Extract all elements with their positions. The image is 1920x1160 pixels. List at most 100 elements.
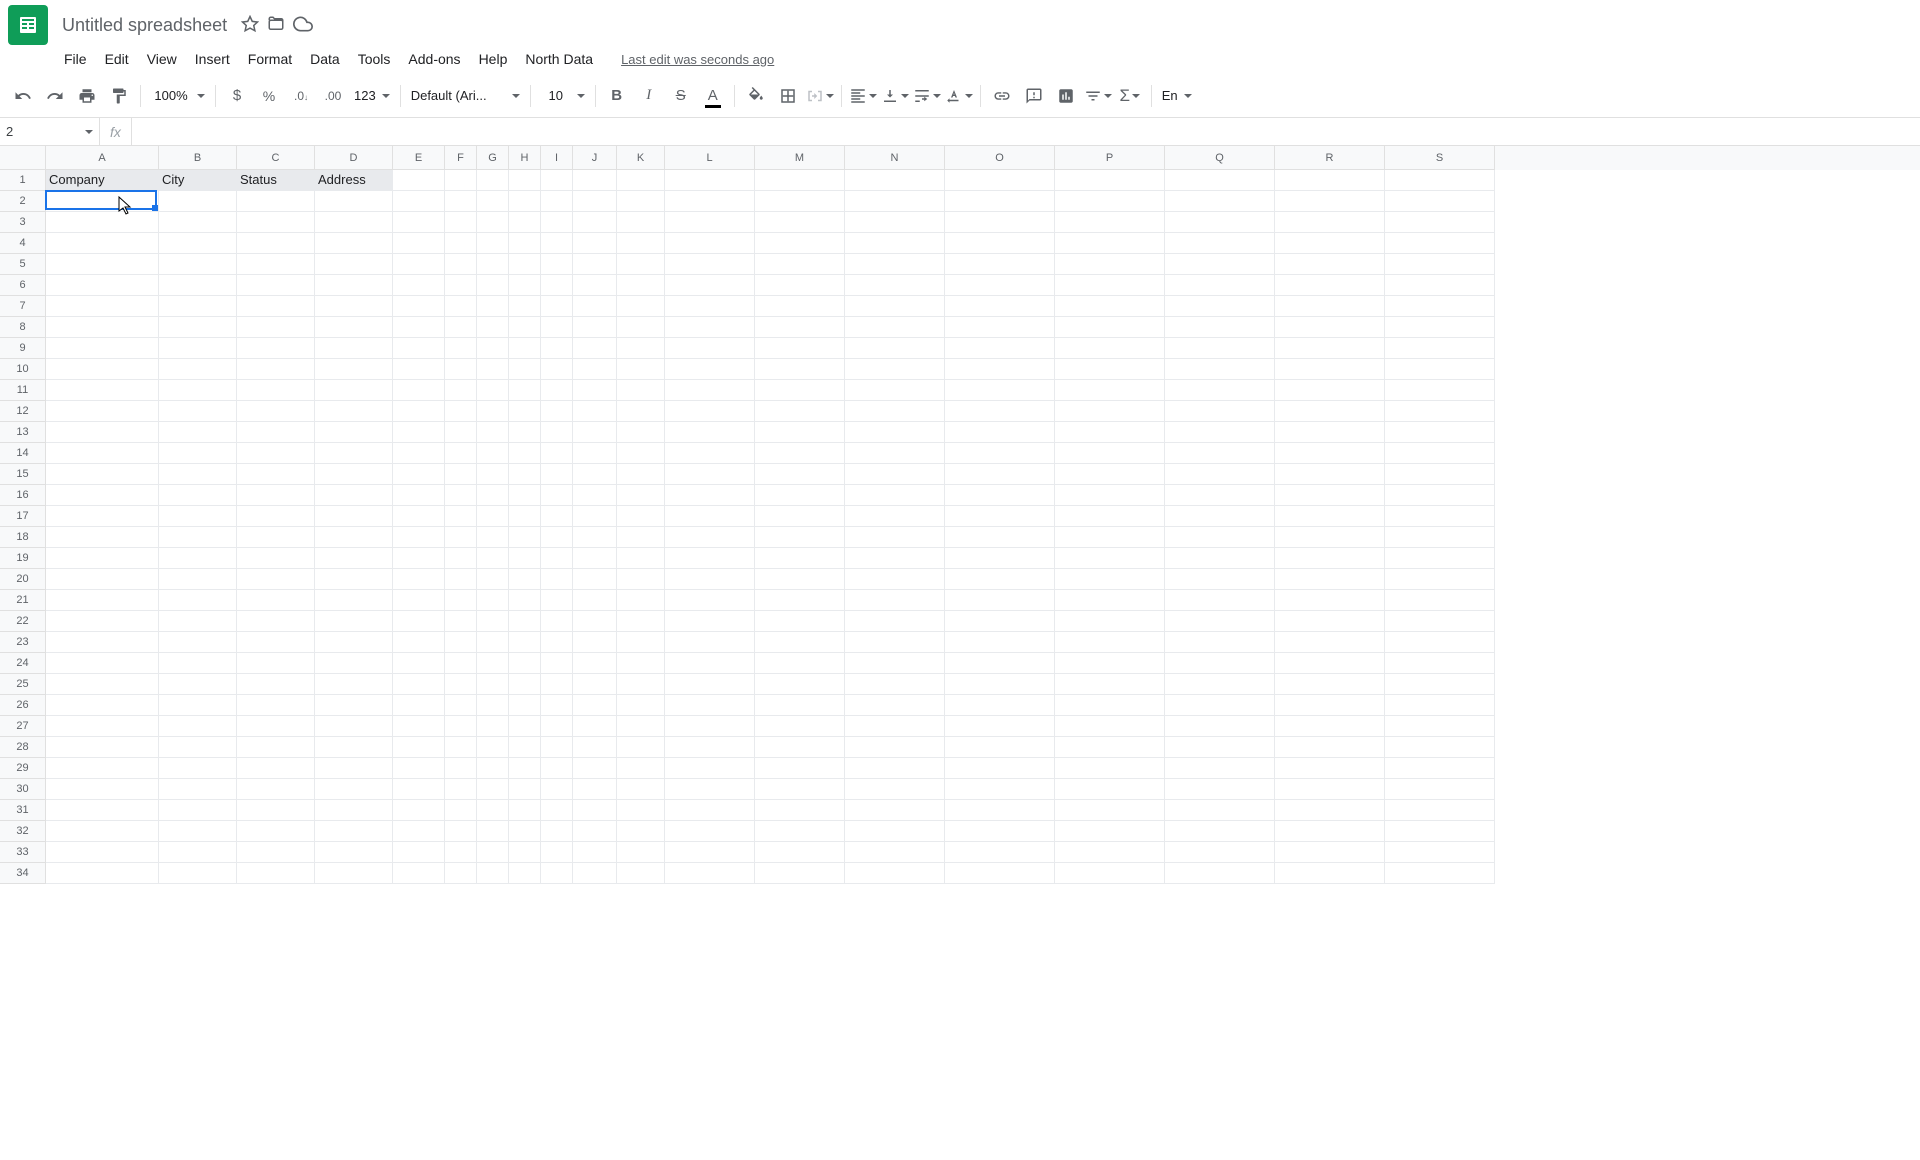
- cell[interactable]: [1275, 527, 1385, 548]
- text-color-button[interactable]: A: [698, 81, 728, 111]
- cell[interactable]: [509, 170, 541, 191]
- cell[interactable]: [617, 191, 665, 212]
- column-header[interactable]: K: [617, 146, 665, 170]
- cell[interactable]: [1275, 653, 1385, 674]
- cell[interactable]: [46, 401, 159, 422]
- cell[interactable]: [541, 758, 573, 779]
- cell[interactable]: [509, 527, 541, 548]
- cell[interactable]: [393, 716, 445, 737]
- cell[interactable]: [477, 380, 509, 401]
- cell[interactable]: [445, 380, 477, 401]
- cell[interactable]: [755, 611, 845, 632]
- cell[interactable]: [845, 443, 945, 464]
- cell[interactable]: [945, 443, 1055, 464]
- cell[interactable]: [541, 716, 573, 737]
- cell[interactable]: [1165, 569, 1275, 590]
- cell[interactable]: [159, 296, 237, 317]
- cell[interactable]: [477, 443, 509, 464]
- cell[interactable]: [1275, 632, 1385, 653]
- cell[interactable]: [1165, 317, 1275, 338]
- cell[interactable]: [617, 716, 665, 737]
- cell[interactable]: [573, 863, 617, 884]
- cells-area[interactable]: CompanyCityStatusAddress: [46, 170, 1495, 884]
- cell[interactable]: [845, 632, 945, 653]
- cell[interactable]: [573, 758, 617, 779]
- cell[interactable]: [665, 758, 755, 779]
- cell[interactable]: [477, 653, 509, 674]
- cell[interactable]: [46, 380, 159, 401]
- cell[interactable]: [845, 338, 945, 359]
- cell[interactable]: [1165, 422, 1275, 443]
- cell[interactable]: [315, 716, 393, 737]
- cell[interactable]: [845, 779, 945, 800]
- cell[interactable]: [617, 590, 665, 611]
- cell[interactable]: [617, 506, 665, 527]
- cell[interactable]: [509, 359, 541, 380]
- cell[interactable]: [617, 611, 665, 632]
- cell[interactable]: [1055, 191, 1165, 212]
- cell[interactable]: [845, 863, 945, 884]
- cell[interactable]: [237, 653, 315, 674]
- cell[interactable]: [509, 380, 541, 401]
- merge-cells-button[interactable]: [805, 81, 835, 111]
- cell[interactable]: [445, 716, 477, 737]
- cell[interactable]: [1165, 401, 1275, 422]
- cell[interactable]: [315, 863, 393, 884]
- cell[interactable]: [541, 632, 573, 653]
- cell[interactable]: [509, 422, 541, 443]
- cell[interactable]: [159, 653, 237, 674]
- cell[interactable]: [445, 527, 477, 548]
- row-header[interactable]: 26: [0, 695, 46, 716]
- cell[interactable]: [237, 674, 315, 695]
- cell[interactable]: [1275, 821, 1385, 842]
- cell[interactable]: [573, 422, 617, 443]
- cell[interactable]: [393, 422, 445, 443]
- cell[interactable]: [1275, 674, 1385, 695]
- cell[interactable]: [665, 737, 755, 758]
- cell[interactable]: [46, 800, 159, 821]
- cell[interactable]: [1385, 191, 1495, 212]
- cell[interactable]: [46, 422, 159, 443]
- cell[interactable]: [617, 212, 665, 233]
- cell[interactable]: [315, 737, 393, 758]
- cell[interactable]: [159, 569, 237, 590]
- cell[interactable]: [159, 380, 237, 401]
- format-currency-button[interactable]: $: [222, 81, 252, 111]
- cell[interactable]: [945, 611, 1055, 632]
- cell[interactable]: [1165, 842, 1275, 863]
- cell[interactable]: [477, 275, 509, 296]
- cell[interactable]: [159, 506, 237, 527]
- cell[interactable]: [541, 590, 573, 611]
- cell[interactable]: [393, 359, 445, 380]
- cell[interactable]: [617, 422, 665, 443]
- cell[interactable]: [445, 611, 477, 632]
- cell[interactable]: [159, 632, 237, 653]
- cell[interactable]: [945, 296, 1055, 317]
- cell[interactable]: [315, 590, 393, 611]
- cell[interactable]: [1385, 569, 1495, 590]
- cell[interactable]: [46, 212, 159, 233]
- cell[interactable]: [237, 863, 315, 884]
- cell[interactable]: [1165, 485, 1275, 506]
- cell[interactable]: [573, 485, 617, 506]
- cell[interactable]: [617, 527, 665, 548]
- cell[interactable]: [237, 590, 315, 611]
- cell[interactable]: [665, 842, 755, 863]
- cell[interactable]: [159, 401, 237, 422]
- column-header[interactable]: O: [945, 146, 1055, 170]
- cell[interactable]: [945, 863, 1055, 884]
- cell[interactable]: [945, 212, 1055, 233]
- cell[interactable]: [445, 821, 477, 842]
- cell[interactable]: [573, 464, 617, 485]
- cell[interactable]: [945, 590, 1055, 611]
- cell[interactable]: [1275, 191, 1385, 212]
- cell[interactable]: [1385, 443, 1495, 464]
- cell[interactable]: [315, 359, 393, 380]
- cell[interactable]: [393, 611, 445, 632]
- cell[interactable]: [1275, 212, 1385, 233]
- cell[interactable]: [755, 233, 845, 254]
- cell[interactable]: [541, 821, 573, 842]
- cell[interactable]: [477, 338, 509, 359]
- cell[interactable]: [665, 674, 755, 695]
- italic-button[interactable]: I: [634, 81, 664, 111]
